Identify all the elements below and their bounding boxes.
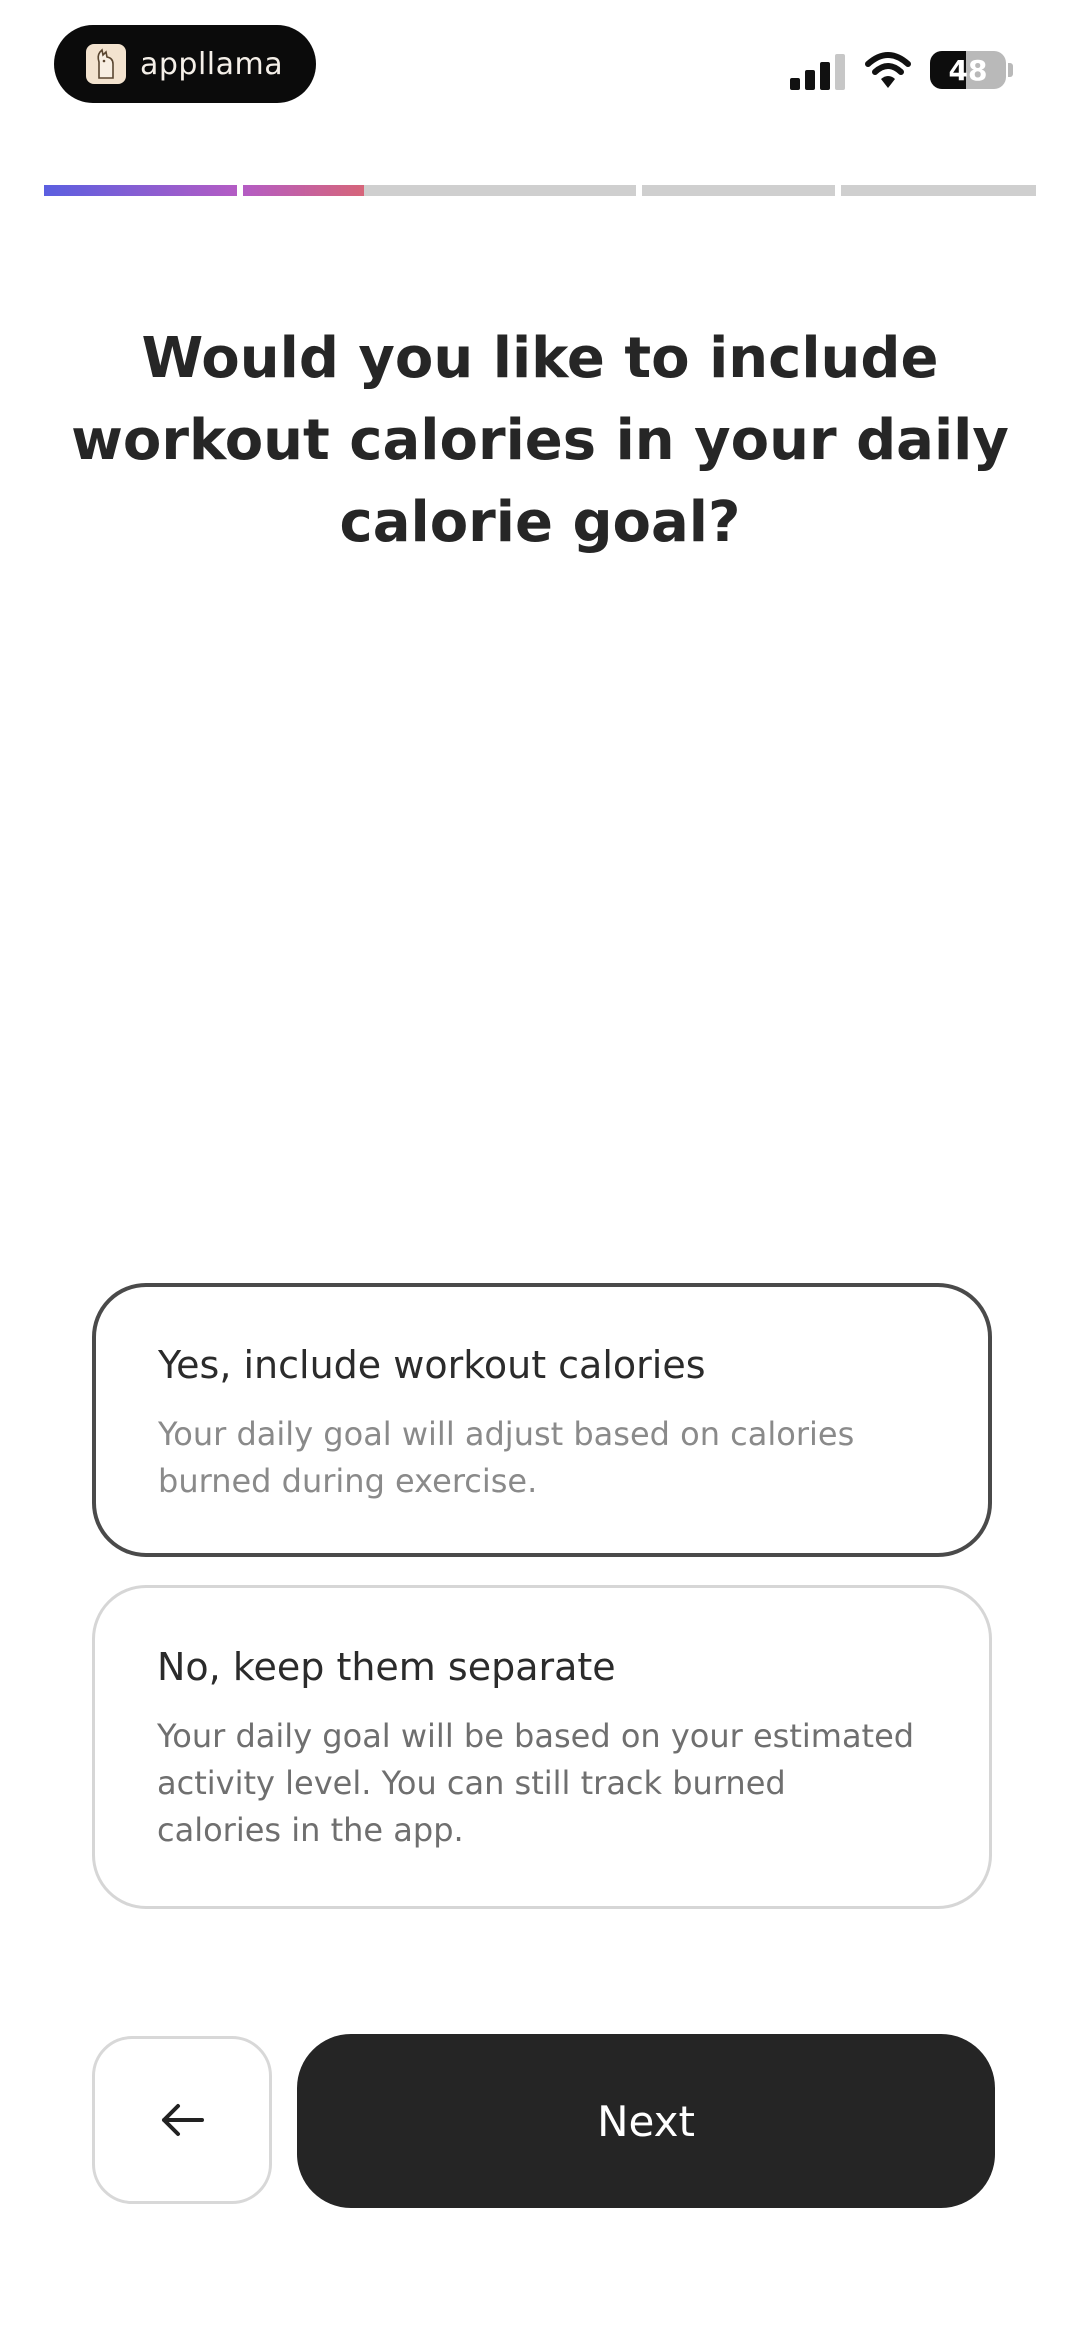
progress-segment	[642, 185, 835, 196]
battery-indicator: 48	[930, 51, 1006, 89]
onboarding-progress	[44, 185, 1036, 196]
option-title: Yes, include workout calories	[158, 1343, 706, 1387]
progress-segment	[44, 185, 237, 196]
option-description: Your daily goal will be based on your es…	[157, 1717, 915, 1849]
option-no-separate[interactable]: No, keep them separate Your daily goal w…	[92, 1585, 992, 1909]
progress-segment-fill	[243, 185, 364, 196]
battery-level: 48	[948, 53, 988, 87]
back-button[interactable]	[92, 2036, 272, 2204]
progress-segment	[443, 185, 636, 196]
cellular-signal-icon	[790, 54, 845, 90]
option-yes-include[interactable]: Yes, include workout calories Your daily…	[92, 1283, 992, 1557]
battery-nub	[1008, 63, 1013, 77]
option-title: No, keep them separate	[157, 1645, 616, 1689]
progress-segment-fill	[44, 185, 237, 196]
llama-logo-icon	[86, 44, 126, 84]
question-title: Would you like to include workout calori…	[71, 326, 1009, 555]
wifi-icon	[865, 52, 911, 88]
option-description: Your daily goal will adjust based on cal…	[158, 1415, 855, 1500]
status-bar: appllama 48	[0, 0, 1080, 130]
progress-segment	[841, 185, 1036, 196]
app-pill[interactable]: appllama	[54, 25, 316, 103]
next-button[interactable]: Next	[297, 2034, 995, 2208]
app-name: appllama	[140, 46, 284, 82]
arrow-left-icon	[162, 2104, 204, 2136]
